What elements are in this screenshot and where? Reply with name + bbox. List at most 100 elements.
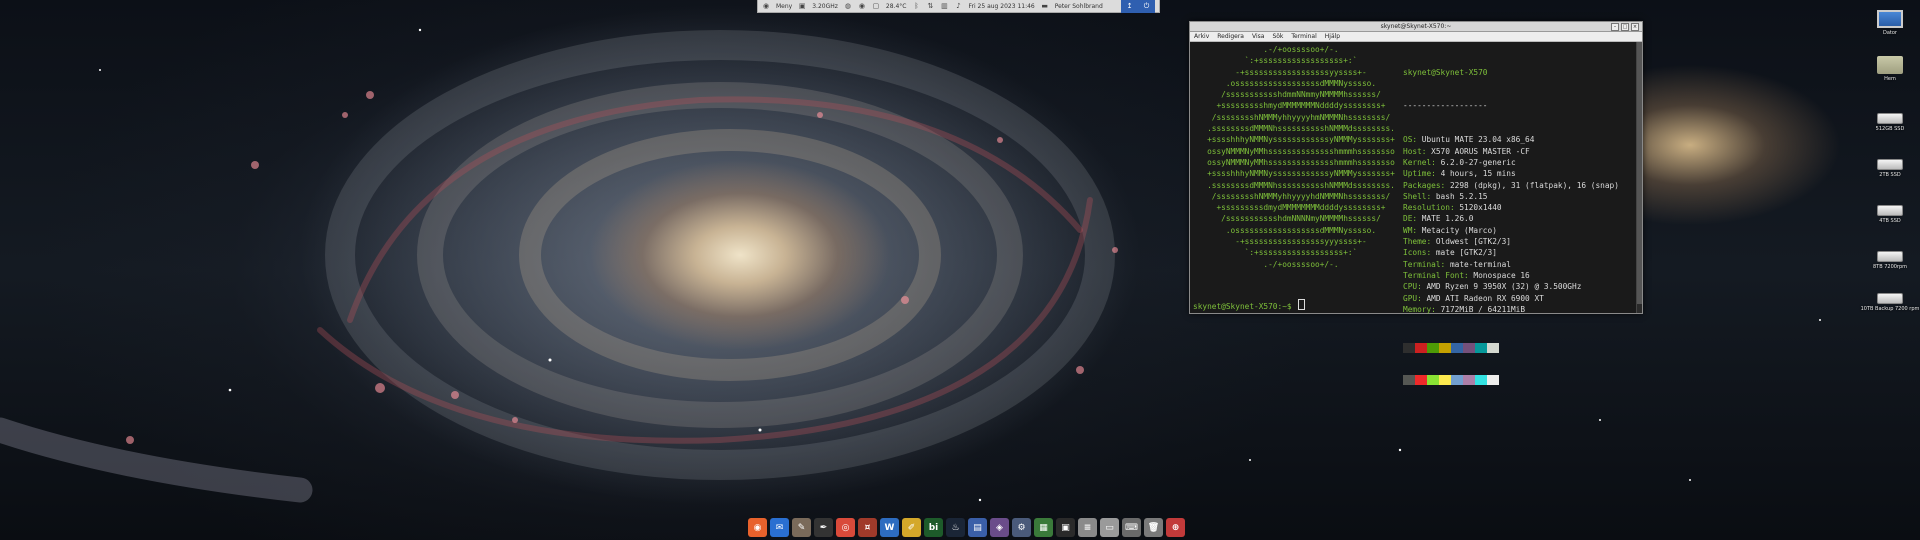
info-row: Icons: mate [GTK2/3] xyxy=(1403,247,1633,258)
color-swatch xyxy=(1439,342,1451,353)
drive-icon xyxy=(1877,113,1903,124)
shutdown-icon[interactable]: ⏻ xyxy=(1144,2,1150,11)
menu-hjalp[interactable]: Hjälp xyxy=(1325,32,1340,41)
color-palette-bright xyxy=(1403,375,1633,386)
info-key: Kernel: xyxy=(1403,157,1441,167)
desktop-icon-4tb-ssd[interactable]: 4TB SSD xyxy=(1860,200,1920,224)
color-swatch xyxy=(1475,342,1487,353)
clock[interactable]: Fri 25 aug 2023 11:46 xyxy=(968,3,1034,10)
drive-icon xyxy=(1877,251,1903,262)
prompt-line[interactable]: skynet@Skynet-X570:~$ xyxy=(1193,298,1306,312)
cursor xyxy=(1298,298,1306,310)
trash-icon[interactable]: 🗑 xyxy=(1144,518,1163,537)
menu-icon[interactable]: ◉ xyxy=(762,2,770,10)
document-icon[interactable]: W xyxy=(880,518,899,537)
info-key: Icons: xyxy=(1403,248,1436,258)
window-icon[interactable]: ▢ xyxy=(872,2,880,10)
cpu-icon[interactable]: ▣ xyxy=(798,2,806,10)
info-key: Uptime: xyxy=(1403,169,1441,179)
color-swatch xyxy=(1403,375,1415,386)
maximize-icon[interactable]: □ xyxy=(1621,23,1629,31)
terminal-title: skynet@Skynet-X570:~ xyxy=(1380,23,1452,30)
menu-sok[interactable]: Sök xyxy=(1272,32,1283,41)
menu-arkiv[interactable]: Arkiv xyxy=(1194,32,1209,41)
settings-icon[interactable]: ⚙ xyxy=(1012,518,1031,537)
terminal-icon[interactable]: ▣ xyxy=(1056,518,1075,537)
info-key: CPU: xyxy=(1403,282,1427,292)
folder-icon xyxy=(1877,56,1903,74)
bluetooth-icon[interactable]: ᛒ xyxy=(912,2,920,10)
color-swatch xyxy=(1463,342,1475,353)
menu-visa[interactable]: Visa xyxy=(1252,32,1264,41)
info-key: Theme: xyxy=(1403,237,1436,247)
info-row: GPU: AMD ATI Radeon RX 6900 XT xyxy=(1403,293,1633,304)
color-swatch xyxy=(1415,375,1427,386)
info-key: Packages: xyxy=(1403,180,1450,190)
folder-icon[interactable]: ▭ xyxy=(1100,518,1119,537)
info-key: WM: xyxy=(1403,225,1422,235)
terminal-window[interactable]: skynet@Skynet-X570:~ – □ × Arkiv Rediger… xyxy=(1189,21,1643,386)
gimp-icon[interactable]: ✎ xyxy=(792,518,811,537)
desktop-icon-computer[interactable]: Dator xyxy=(1860,10,1920,36)
info-value: 6.2.0-27-generic xyxy=(1440,157,1516,167)
bi-icon[interactable]: bi xyxy=(924,518,943,537)
network-icon[interactable]: ⇅ xyxy=(926,2,934,10)
chart-icon[interactable]: ▥ xyxy=(940,2,948,10)
info-row: WM: Metacity (Marco) xyxy=(1403,225,1633,236)
keyboard-icon[interactable]: ⌨ xyxy=(1122,518,1141,537)
notification-icon[interactable]: ↥ xyxy=(1127,2,1133,10)
steam-icon[interactable]: ♨ xyxy=(946,518,965,537)
calculator-icon[interactable]: ▦ xyxy=(1034,518,1053,537)
volume-icon[interactable]: ♪ xyxy=(954,2,962,10)
desktop-icon-label: 512GB SSD xyxy=(1875,126,1905,132)
user-icon[interactable]: ▬ xyxy=(1041,2,1049,10)
terminal-titlebar[interactable]: skynet@Skynet-X570:~ – □ × xyxy=(1190,22,1642,32)
tor-icon[interactable]: ◈ xyxy=(990,518,1009,537)
desktop-icon-label: 2TB SSD xyxy=(1879,172,1901,178)
drive-icon xyxy=(1877,205,1903,216)
files-icon[interactable]: ▤ xyxy=(968,518,987,537)
color-palette xyxy=(1403,342,1633,353)
color-swatch xyxy=(1487,375,1499,386)
minimize-icon[interactable]: – xyxy=(1611,23,1619,31)
editor-icon[interactable]: ✐ xyxy=(902,518,921,537)
color-swatch xyxy=(1487,342,1499,353)
menu-label[interactable]: Meny xyxy=(776,3,792,10)
bag-icon[interactable]: ⊕ xyxy=(1166,518,1185,537)
info-row: Uptime: 4 hours, 15 mins xyxy=(1403,168,1633,179)
power-icon[interactable]: ◉ xyxy=(858,2,866,10)
user-name[interactable]: Peter Sohlbrand xyxy=(1055,3,1103,10)
menu-terminal[interactable]: Terminal xyxy=(1291,32,1316,41)
info-key: GPU: xyxy=(1403,293,1427,303)
desktop-icon-512gb-ssd[interactable]: 512GB SSD xyxy=(1860,108,1920,132)
firefox-icon[interactable]: ◉ xyxy=(748,518,767,537)
inkscape-icon[interactable]: ✒ xyxy=(814,518,833,537)
workspace-switcher[interactable]: ↥ ⏻ xyxy=(1121,0,1155,13)
info-key: Terminal Font: xyxy=(1403,270,1474,280)
info-row: Host: X570 AORUS MASTER -CF xyxy=(1403,146,1633,157)
sensor-icon[interactable]: ◍ xyxy=(844,2,852,10)
desktop-icon-2tb-ssd[interactable]: 2TB SSD xyxy=(1860,154,1920,178)
gnucash-icon[interactable]: ¤ xyxy=(858,518,877,537)
info-row: Shell: bash 5.2.15 xyxy=(1403,191,1633,202)
scrollbar[interactable] xyxy=(1636,42,1642,313)
chrome-icon[interactable]: ◎ xyxy=(836,518,855,537)
info-value: mate [GTK2/3] xyxy=(1435,248,1497,258)
separator: ------------------ xyxy=(1403,101,1488,111)
desktop-icon-8tb-7200rpm[interactable]: 8TB 7200rpm xyxy=(1860,246,1920,270)
user-host: skynet@Skynet-X570 xyxy=(1403,67,1488,77)
menu-redigera[interactable]: Redigera xyxy=(1217,32,1244,41)
close-icon[interactable]: × xyxy=(1631,23,1639,31)
thunderbird-icon[interactable]: ✉ xyxy=(770,518,789,537)
desktop-icon-home[interactable]: Hem xyxy=(1860,56,1920,82)
info-row: Theme: Oldwest [GTK2/3] xyxy=(1403,236,1633,247)
text-editor-icon[interactable]: ≡ xyxy=(1078,518,1097,537)
scrollbar-thumb[interactable] xyxy=(1637,42,1642,304)
desktop-icon-10tb-backup[interactable]: 10TB Backup 7200 rpm xyxy=(1860,288,1920,312)
top-panel: ◉ Meny ▣ 3.20GHz ◍ ◉ ▢ 28.4°C ᛒ ⇅ ▥ ♪ Fr… xyxy=(757,0,1160,13)
info-key: Host: xyxy=(1403,146,1432,156)
info-value: 4 hours, 15 mins xyxy=(1440,169,1516,179)
color-swatch xyxy=(1451,342,1463,353)
color-swatch xyxy=(1475,375,1487,386)
terminal-output[interactable]: .-/+oossssoo+/-. `:+ssssssssssssssssss+:… xyxy=(1190,42,1636,386)
